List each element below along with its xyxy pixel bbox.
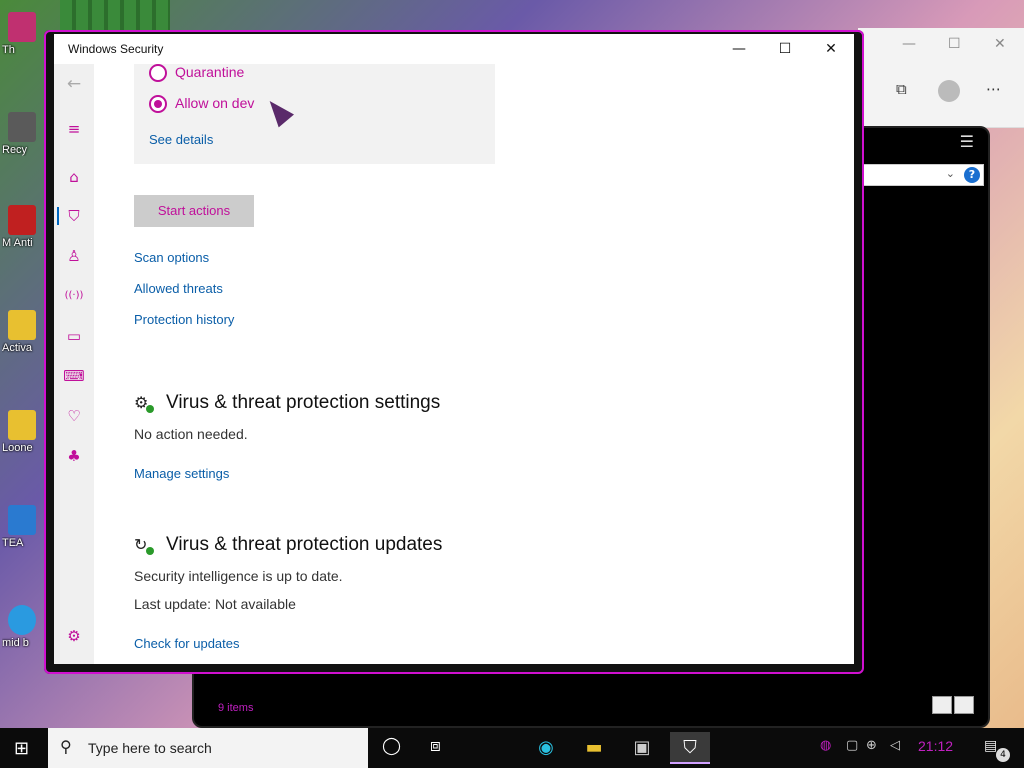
search-placeholder: Type here to search — [88, 740, 212, 756]
maximize-icon[interactable]: ☐ — [948, 36, 961, 52]
details-view-icon[interactable] — [932, 696, 952, 714]
see-details-link[interactable]: See details — [149, 132, 213, 147]
window-title: Windows Security — [68, 42, 164, 56]
app-browser-icon[interactable]: ▭ — [54, 320, 94, 352]
desktop-icon-recycle-bin[interactable]: Recy — [2, 112, 42, 156]
radio-button[interactable] — [149, 64, 167, 83]
large-icons-view-icon[interactable] — [954, 696, 974, 714]
heart-icon[interactable]: ♡ — [54, 400, 94, 432]
check-for-updates-link[interactable]: Check for updates — [134, 636, 240, 651]
menu-icon[interactable]: ≡ — [54, 113, 94, 145]
recycle-bin-icon — [8, 112, 36, 142]
close-icon[interactable]: ✕ — [994, 36, 1006, 52]
app-icon — [8, 12, 36, 42]
folder-icon — [8, 310, 36, 340]
desktop-icon[interactable]: mid b — [2, 605, 42, 649]
app-icon — [8, 505, 36, 535]
status-ok-icon — [146, 547, 154, 555]
desktop-icon[interactable]: M Anti — [2, 205, 42, 249]
desktop-icons: Th Recy M Anti Activa Loone TEA mid b — [0, 0, 42, 730]
item-count: 9 items — [218, 702, 254, 714]
search-box[interactable]: ⚲ Type here to search — [48, 728, 368, 768]
desktop-icon[interactable]: Loone — [2, 410, 42, 454]
sidebar: ← ≡ ⌂ ⛉ ♙ ((·)) ▭ ⌨ ♡ ♣ ⚙ — [54, 64, 94, 664]
person-icon[interactable]: ♙ — [54, 240, 94, 272]
allow-on-device-label: Allow on dev — [175, 95, 255, 111]
main-content: Quarantine Allow on dev See details Star… — [94, 64, 854, 664]
network-icon[interactable]: ⊕ — [866, 738, 877, 753]
desktop-icon[interactable]: TEA — [2, 505, 42, 549]
cortana-icon[interactable]: ◯ — [382, 736, 401, 756]
desktop-icon[interactable]: Th — [2, 12, 42, 56]
desktop-icon-label: M Anti — [2, 237, 33, 249]
volume-muted-icon[interactable]: ◁ — [890, 738, 900, 753]
back-arrow-icon[interactable]: ← — [54, 68, 94, 100]
settings-status: No action needed. — [134, 426, 248, 442]
chevron-down-icon[interactable]: ⌄ — [946, 167, 955, 180]
clock[interactable]: 21:12 — [918, 738, 953, 754]
updates-section-title: ↻ Virus & threat protection updates — [134, 534, 442, 556]
close-button[interactable]: ✕ — [808, 34, 854, 64]
folder-icon — [8, 410, 36, 440]
section-heading: Virus & threat protection settings — [166, 392, 441, 413]
windows-security-window: Windows Security — ☐ ✕ ← ≡ ⌂ ⛉ ♙ ((·)) ▭… — [54, 34, 854, 664]
manage-settings-link[interactable]: Manage settings — [134, 466, 229, 481]
view-buttons — [930, 696, 974, 718]
wireless-icon[interactable]: ((·)) — [54, 280, 94, 312]
collections-icon[interactable]: ⧉ — [896, 80, 907, 98]
desktop-icon-label: TEA — [2, 537, 24, 549]
notification-badge: 4 — [996, 748, 1010, 762]
minimize-icon[interactable]: — — [902, 36, 916, 52]
taskbar: ⊞ ⚲ Type here to search ◯ ⧈ ◉ ▬ ▣ ⛉ ◍ ▢ … — [0, 728, 1024, 768]
windows-security-taskbar-icon[interactable]: ⛉ — [670, 732, 710, 764]
family-icon[interactable]: ♣ — [54, 440, 94, 472]
edge-taskbar-icon[interactable]: ◉ — [526, 732, 566, 764]
address-bar[interactable]: ⌄ ? — [860, 164, 984, 186]
start-button[interactable]: ⊞ — [14, 738, 29, 759]
task-view-icon[interactable]: ⧈ — [430, 736, 441, 756]
notification-center-icon[interactable]: ▤ 4 — [984, 738, 1010, 762]
home-icon[interactable]: ⌂ — [54, 161, 94, 193]
app-taskbar-icon[interactable]: ▣ — [622, 732, 662, 764]
settings-gear-icon: ⚙ — [134, 393, 156, 413]
laptop-icon[interactable]: ⌨ — [54, 360, 94, 392]
desktop-icon-label: Loone — [2, 442, 33, 454]
more-options-icon[interactable]: ⋯ — [986, 80, 1001, 98]
last-update-text: Last update: Not available — [134, 596, 296, 612]
update-refresh-icon: ↻ — [134, 535, 156, 555]
allowed-threats-link[interactable]: Allowed threats — [134, 281, 223, 296]
help-icon[interactable]: ? — [964, 167, 980, 183]
protection-history-link[interactable]: Protection history — [134, 312, 234, 327]
menu-icon[interactable]: ☰ — [960, 132, 974, 151]
app-icon — [8, 205, 36, 235]
edge-icon — [8, 605, 36, 635]
desktop-icon-label: Activa — [2, 342, 32, 354]
threat-actions-panel: Quarantine Allow on dev See details — [134, 64, 495, 164]
maximize-button[interactable]: ☐ — [762, 34, 808, 64]
search-icon: ⚲ — [60, 739, 72, 756]
browser-window: — ☐ ✕ ⧉ ⋯ — [858, 28, 1024, 128]
quarantine-option[interactable]: Quarantine — [149, 64, 245, 83]
file-explorer-icon[interactable]: ▬ — [574, 732, 614, 764]
title-bar[interactable]: Windows Security — ☐ ✕ — [54, 34, 854, 64]
section-heading: Virus & threat protection updates — [166, 534, 443, 555]
updates-status: Security intelligence is up to date. — [134, 568, 343, 584]
desktop-icon-label: mid b — [2, 637, 29, 649]
quarantine-label: Quarantine — [175, 64, 245, 80]
desktop-icon-label: Th — [2, 44, 15, 56]
allow-on-device-option[interactable]: Allow on dev — [149, 95, 255, 114]
shield-icon[interactable]: ⛉ — [54, 200, 94, 232]
settings-icon[interactable]: ⚙ — [54, 620, 94, 652]
desktop-icon-label: Recy — [2, 144, 28, 156]
status-ok-icon — [146, 405, 154, 413]
minimize-button[interactable]: — — [716, 34, 762, 64]
start-actions-button[interactable]: Start actions — [134, 195, 254, 227]
device-icon[interactable]: ▢ — [846, 738, 858, 753]
desktop-icon[interactable]: Activa — [2, 310, 42, 354]
radio-button-checked[interactable] — [149, 95, 167, 114]
scan-options-link[interactable]: Scan options — [134, 250, 209, 265]
profile-avatar[interactable] — [938, 80, 960, 102]
settings-section-title: ⚙ Virus & threat protection settings — [134, 392, 440, 414]
tray-app-icon[interactable]: ◍ — [820, 738, 831, 753]
